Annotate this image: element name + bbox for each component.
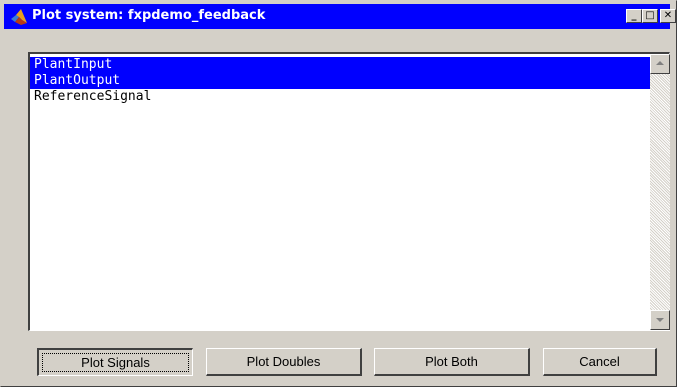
minimize-button[interactable]: _ <box>626 9 642 23</box>
plot-both-button[interactable]: Plot Both <box>374 348 530 376</box>
matlab-logo-icon <box>11 9 27 25</box>
maximize-button[interactable]: □ <box>642 9 658 23</box>
maximize-icon: □ <box>645 10 655 21</box>
window-title: Plot system: fxpdemo_feedback <box>32 8 266 23</box>
signal-list: PlantInput PlantOutput ReferenceSignal <box>30 54 650 330</box>
list-item-plantinput[interactable]: PlantInput <box>30 57 650 73</box>
plot-system-dialog: Plot system: fxpdemo_feedback _ □ ✕ Plan… <box>0 0 677 387</box>
plot-both-label: Plot Both <box>425 354 478 369</box>
close-icon: ✕ <box>663 10 673 21</box>
list-item-referencesignal[interactable]: ReferenceSignal <box>30 89 650 105</box>
plot-signals-button[interactable]: Plot Signals <box>37 348 193 376</box>
list-item-plantoutput[interactable]: PlantOutput <box>30 73 650 89</box>
close-button[interactable]: ✕ <box>660 9 676 23</box>
scroll-up-button[interactable] <box>650 54 670 74</box>
scroll-up-arrow-icon <box>656 61 664 65</box>
minimize-icon: _ <box>631 10 637 21</box>
cancel-label: Cancel <box>579 354 620 369</box>
title-bar[interactable]: Plot system: fxpdemo_feedback _ □ ✕ <box>4 4 676 29</box>
scroll-down-button[interactable] <box>650 310 670 330</box>
plot-doubles-button[interactable]: Plot Doubles <box>206 348 362 376</box>
plot-doubles-label: Plot Doubles <box>246 354 321 369</box>
scroll-down-arrow-icon <box>656 318 664 322</box>
signal-listbox[interactable]: PlantInput PlantOutput ReferenceSignal <box>28 52 670 331</box>
focus-ring <box>42 353 189 372</box>
cancel-button[interactable]: Cancel <box>543 348 657 376</box>
vertical-scrollbar[interactable] <box>650 54 670 330</box>
